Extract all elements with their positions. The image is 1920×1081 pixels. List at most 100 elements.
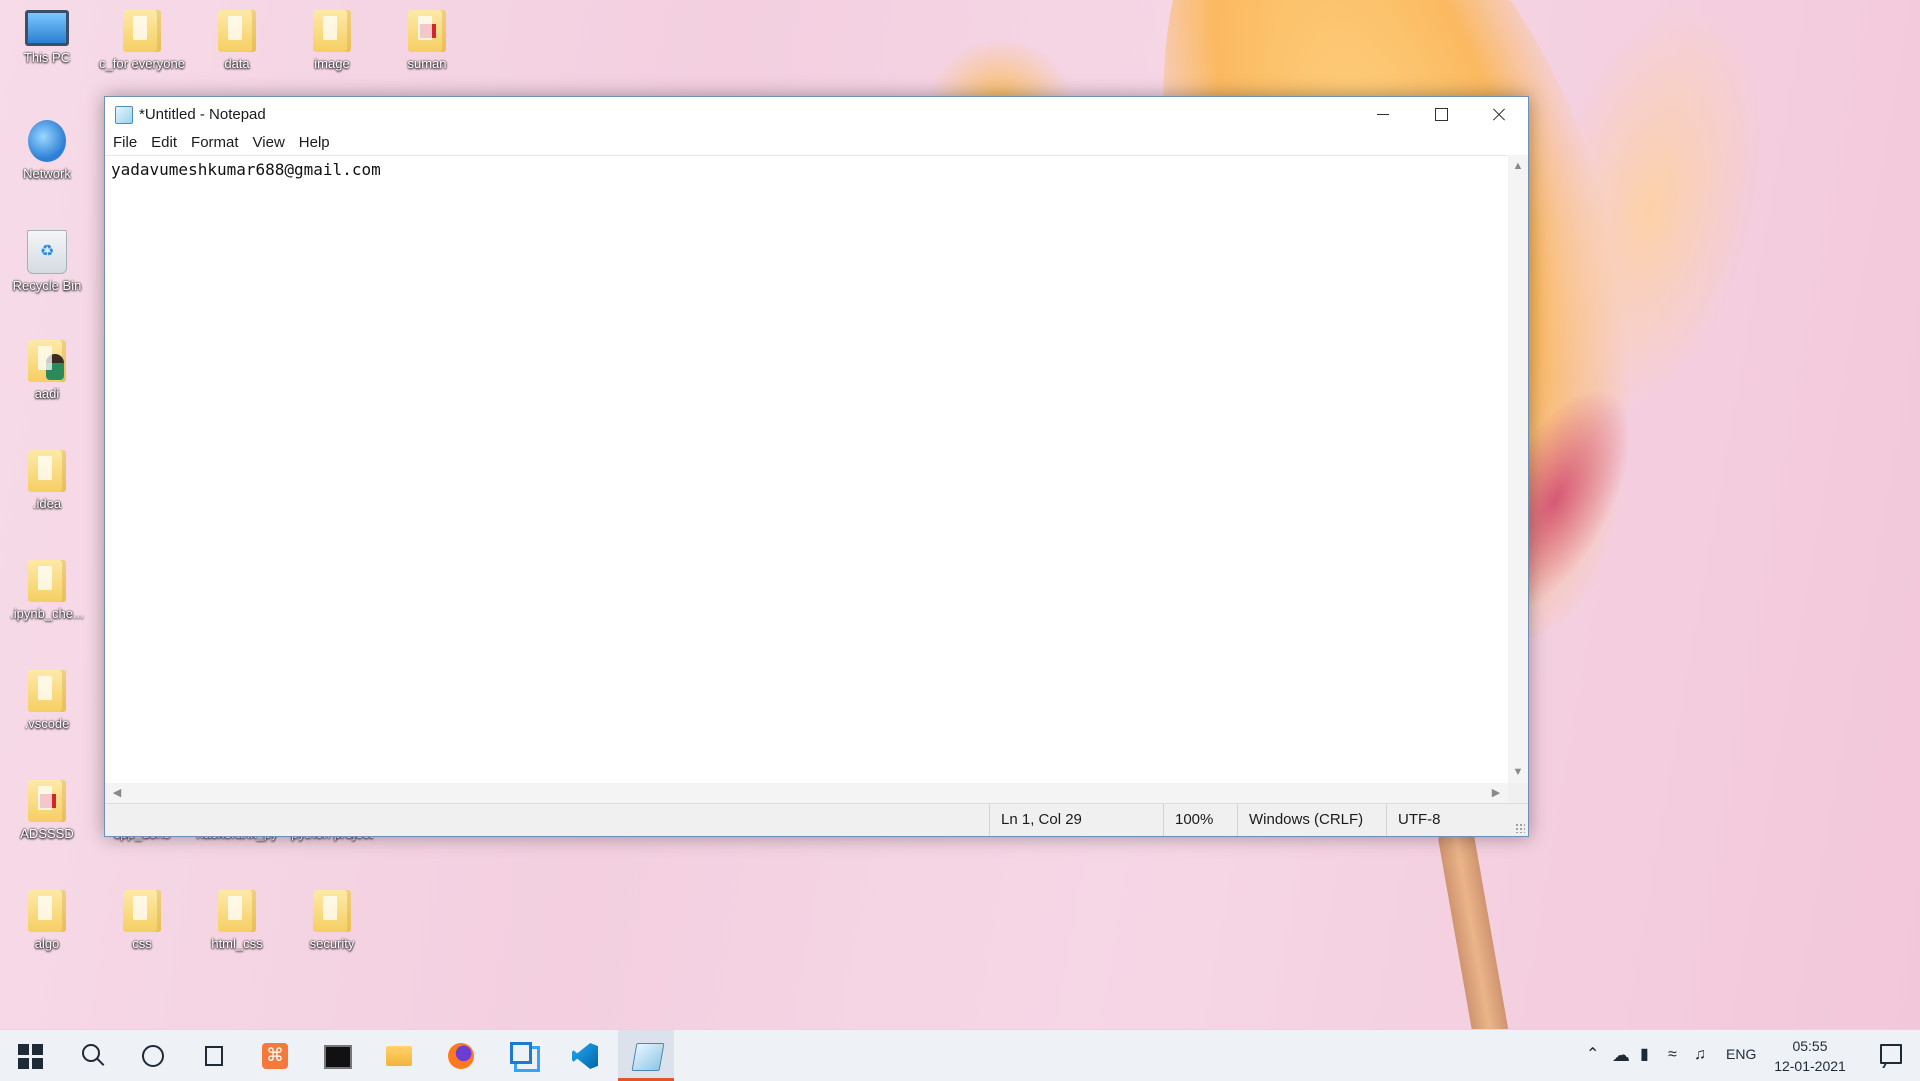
taskbar-app-remote-desktop[interactable]	[494, 1030, 550, 1081]
menu-help[interactable]: Help	[292, 131, 337, 155]
task-view-button[interactable]	[184, 1030, 240, 1081]
folder-icon	[28, 560, 66, 602]
wallpaper-stem	[1435, 818, 1517, 1029]
task-view-icon	[205, 1046, 223, 1066]
folder-icon	[313, 10, 351, 52]
desktop-icon-security[interactable]: security	[289, 882, 375, 952]
maximize-button[interactable]	[1412, 97, 1470, 131]
desktop-icon-label: .ipynb_che...	[10, 606, 84, 621]
remote-desktop-icon	[510, 1042, 532, 1064]
input-language[interactable]: ENG	[1726, 1046, 1756, 1062]
taskbar: ⌃ ☁ ▮ ≈ ♫ ENG 05:55 12-01-2021	[0, 1029, 1920, 1081]
scroll-down-icon[interactable]: ▼	[1508, 763, 1528, 781]
menu-edit[interactable]: Edit	[144, 131, 184, 155]
clock[interactable]: 05:55 12-01-2021	[1770, 1036, 1850, 1076]
file-explorer-icon	[386, 1046, 412, 1066]
taskbar-app-file-explorer[interactable]	[370, 1030, 426, 1081]
desktop-icon-label: suman	[407, 56, 447, 71]
notepad-icon	[115, 106, 133, 124]
title-bar[interactable]: *Untitled - Notepad	[105, 97, 1528, 131]
menu-format[interactable]: Format	[184, 131, 246, 155]
desktop-icon-label: algo	[34, 936, 60, 951]
firefox-icon	[448, 1043, 474, 1069]
scroll-up-icon[interactable]: ▲	[1508, 157, 1528, 175]
desktop-icon-recycle-bin[interactable]: Recycle Bin	[4, 222, 90, 294]
desktop-icon-image[interactable]: image	[289, 2, 375, 72]
pdf-folder-icon	[408, 10, 446, 52]
desktop-icon-label: html_css	[211, 936, 263, 951]
text-editor-area[interactable]: yadavumeshkumar688@gmail.com	[105, 155, 1508, 784]
desktop-icon-data[interactable]: data	[194, 2, 280, 72]
menu-view[interactable]: View	[246, 131, 292, 155]
window-title: *Untitled - Notepad	[139, 106, 266, 123]
desktop-icon-css[interactable]: css	[99, 882, 185, 952]
folder-icon	[28, 670, 66, 712]
search-button[interactable]	[62, 1030, 118, 1081]
minimize-button[interactable]	[1354, 97, 1412, 131]
desktop-icon-suman[interactable]: suman	[384, 2, 470, 72]
status-bar: Ln 1, Col 29 100% Windows (CRLF) UTF-8	[105, 803, 1528, 836]
vertical-scrollbar[interactable]: ▲ ▼	[1508, 155, 1528, 783]
desktop-icon-label: security	[309, 936, 355, 951]
taskbar-app-xampp[interactable]	[246, 1030, 302, 1081]
taskbar-app-notepad[interactable]	[618, 1030, 674, 1081]
desktop-icon-vscode[interactable]: .vscode	[4, 662, 90, 732]
action-center-icon[interactable]	[1880, 1044, 1902, 1064]
desktop-icon-ipynb[interactable]: .ipynb_che...	[4, 552, 90, 622]
network-icon	[28, 120, 66, 162]
status-line-ending: Windows (CRLF)	[1237, 804, 1383, 836]
cortana-button[interactable]	[124, 1030, 180, 1081]
search-icon	[82, 1044, 100, 1062]
desktop-icon-aadi[interactable]: aadi	[4, 332, 90, 402]
battery-icon[interactable]: ▮	[1640, 1045, 1649, 1065]
terminal-icon	[324, 1045, 352, 1069]
folder-icon	[28, 890, 66, 932]
notepad-icon	[631, 1043, 665, 1071]
status-zoom: 100%	[1163, 804, 1237, 836]
scroll-left-icon[interactable]: ◀	[107, 784, 127, 802]
onedrive-cloud-icon[interactable]: ☁	[1612, 1045, 1630, 1065]
desktop-icon-label: c_for everyone	[99, 56, 185, 71]
system-tray: ⌃ ☁ ▮ ≈ ♫ ENG 05:55 12-01-2021	[1580, 1030, 1920, 1081]
desktop-icon-label: .idea	[32, 496, 62, 511]
user-folder-icon	[28, 340, 66, 382]
taskbar-app-firefox[interactable]	[432, 1030, 488, 1081]
folder-icon	[218, 890, 256, 932]
volume-icon[interactable]: ♫	[1694, 1045, 1706, 1065]
folder-icon	[123, 10, 161, 52]
pdf-folder-icon	[28, 780, 66, 822]
desktop-icon-label: Recycle Bin	[12, 278, 82, 293]
desktop-icon-label: This PC	[23, 50, 71, 65]
desktop-icon-c-for-everyone[interactable]: c_for everyone	[99, 2, 185, 72]
desktop: This PC Network Recycle Bin aadi .idea .…	[0, 0, 1920, 1029]
desktop-icon-label: image	[314, 56, 350, 71]
scroll-right-icon[interactable]: ▶	[1486, 784, 1506, 802]
desktop-icon-algo[interactable]: algo	[4, 882, 90, 952]
notepad-window[interactable]: *Untitled - Notepad File Edit Format View He…	[104, 96, 1529, 837]
computer-icon	[25, 10, 69, 46]
clock-date: 12-01-2021	[1774, 1058, 1846, 1074]
recycle-bin-icon	[27, 230, 67, 274]
desktop-icon-label: aadi	[34, 386, 60, 401]
taskbar-app-vscode[interactable]	[556, 1030, 612, 1081]
desktop-icon-label: css	[132, 936, 152, 951]
folder-icon	[123, 890, 161, 932]
resize-grip-icon[interactable]	[1515, 823, 1525, 833]
xampp-icon	[262, 1043, 288, 1069]
desktop-icon-html-css[interactable]: html_css	[194, 882, 280, 952]
start-button[interactable]	[0, 1030, 56, 1081]
wifi-icon[interactable]: ≈	[1668, 1045, 1677, 1065]
menu-file[interactable]: File	[106, 131, 144, 155]
taskbar-app-terminal[interactable]	[308, 1030, 364, 1081]
close-button[interactable]	[1470, 97, 1528, 131]
scrollbar-corner	[1508, 783, 1528, 803]
desktop-icon-network[interactable]: Network	[4, 112, 90, 182]
show-hidden-icons-chevron-icon[interactable]: ⌃	[1586, 1045, 1599, 1065]
editor-content[interactable]: yadavumeshkumar688@gmail.com	[111, 160, 381, 179]
desktop-icon-this-pc[interactable]: This PC	[4, 2, 90, 66]
desktop-icon-idea[interactable]: .idea	[4, 442, 90, 512]
desktop-icon-adsssd[interactable]: ADSSSD	[4, 772, 90, 842]
horizontal-scrollbar[interactable]: ◀ ▶	[105, 783, 1508, 803]
folder-icon	[313, 890, 351, 932]
status-encoding: UTF-8	[1386, 804, 1518, 836]
